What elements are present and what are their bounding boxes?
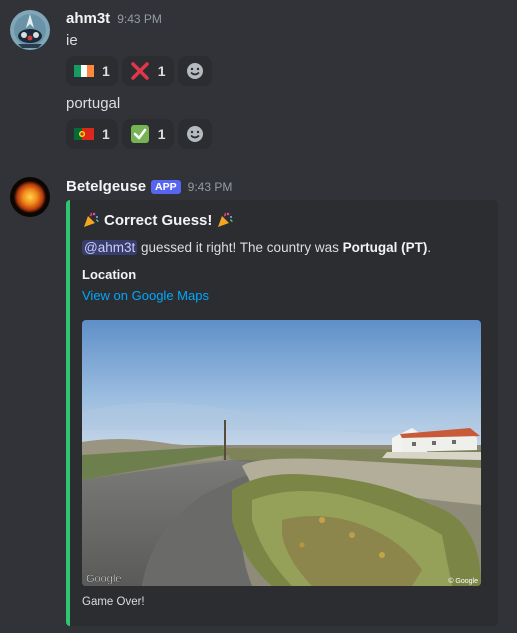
party-popper-icon: [82, 211, 100, 229]
party-popper-icon: [216, 211, 234, 229]
add-reaction-button[interactable]: [177, 119, 212, 149]
embed-description: @ahm3t guessed it right! The country was…: [82, 240, 431, 255]
add-reaction-button[interactable]: [177, 56, 212, 86]
check-mark-icon: [130, 124, 150, 144]
flag-ireland-icon: [74, 61, 94, 81]
google-watermark: Google: [86, 573, 121, 585]
cross-mark-icon: [130, 61, 150, 81]
street-view-scene: Google © Google: [82, 320, 481, 586]
desc-text: guessed it right! The country was: [137, 240, 343, 255]
reaction-flag-ireland[interactable]: 1: [66, 56, 118, 86]
timestamp: 9:43 PM: [117, 12, 162, 26]
message-group-ahm3t: ahm3t 9:43 PM ie 1 1 portugal 1 1: [0, 0, 517, 160]
timestamp: 9:43 PM: [187, 180, 233, 194]
reaction-bar: 1 1: [66, 119, 212, 149]
embed-title-text: Correct Guess!: [104, 211, 213, 229]
reaction-count: 1: [102, 63, 110, 79]
country-answer: Portugal (PT): [342, 240, 428, 255]
reaction-count: 1: [157, 126, 166, 142]
message-text: portugal: [66, 95, 121, 112]
bot-avatar[interactable]: [10, 177, 50, 217]
smiley-add-icon: [185, 61, 205, 81]
google-maps-link[interactable]: View on Google Maps: [82, 288, 209, 303]
embed-footer: Game Over!: [82, 596, 145, 608]
reaction-cross-mark[interactable]: 1: [121, 56, 174, 86]
reaction-count: 1: [102, 126, 110, 142]
reaction-flag-portugal[interactable]: 1: [66, 119, 118, 149]
embed-title: Correct Guess!: [82, 211, 234, 229]
copyright-notice: © Google: [448, 577, 478, 585]
reaction-count: 1: [157, 63, 166, 79]
username[interactable]: Betelgeuse: [66, 178, 146, 195]
username[interactable]: ahm3t: [66, 10, 110, 27]
desc-end: .: [427, 240, 432, 255]
smiley-add-icon: [185, 124, 205, 144]
embed-card: Correct Guess! @ahm3t guessed it right! …: [66, 200, 498, 626]
app-badge: APP: [151, 180, 181, 194]
user-mention[interactable]: @ahm3t: [82, 240, 138, 255]
flag-portugal-icon: [74, 124, 94, 144]
street-view-image[interactable]: Google © Google: [82, 320, 481, 586]
message-text: ie: [66, 32, 78, 49]
reaction-bar: 1 1: [66, 56, 212, 86]
reaction-check-mark[interactable]: 1: [121, 119, 174, 149]
user-avatar[interactable]: [10, 10, 50, 50]
field-name: Location: [82, 267, 137, 282]
